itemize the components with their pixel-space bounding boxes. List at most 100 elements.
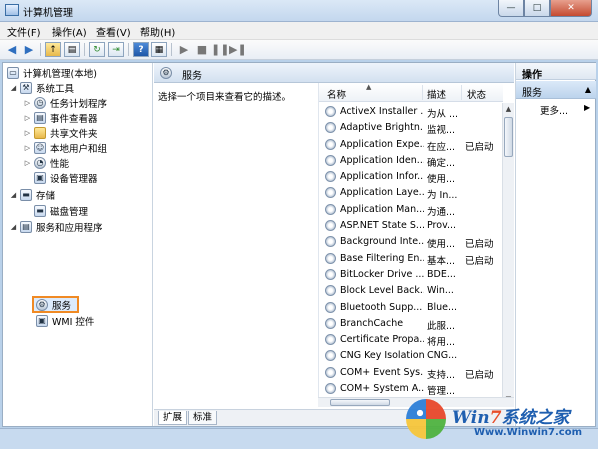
service-row[interactable]: BitLocker Drive ... BDE... [319, 266, 503, 282]
service-description: 使用... [427, 174, 456, 186]
service-description: 为通... [427, 206, 456, 218]
service-gear-icon [325, 106, 336, 117]
collapse-arrow-icon[interactable]: ◢ [9, 223, 18, 231]
service-gear-icon [325, 350, 336, 362]
refresh-icon[interactable]: ↻ [89, 42, 105, 57]
main-panes: ▭ 计算机管理(本地) ◢ ⚒ 系统工具 ▷ ◷ 任务计划程序 ▷ ▤ 事件查看… [2, 62, 596, 427]
service-description: 此服... [427, 320, 456, 332]
collapse-arrow-icon[interactable]: ◢ [9, 191, 18, 199]
menu-file[interactable]: 文件(F) [7, 24, 41, 39]
expand-arrow-icon[interactable]: ▷ [23, 129, 32, 137]
service-name: Background Inte... [340, 236, 424, 248]
service-row[interactable]: ActiveX Installer ... 为从 ... [319, 103, 503, 120]
tree-item-disk-management[interactable]: ▬ 磁盘管理 [32, 203, 88, 218]
up-folder-icon[interactable]: ↑ [45, 42, 61, 57]
export-list-icon[interactable]: ⇥ [108, 42, 124, 57]
service-gear-icon [325, 285, 336, 297]
service-name: Application Infor... [340, 171, 424, 183]
vertical-scrollbar[interactable]: ▲ ▼ [502, 103, 514, 405]
service-row[interactable]: COM+ System A... 管理... [319, 380, 503, 397]
collapse-arrow-icon[interactable]: ◢ [9, 84, 18, 92]
service-description: Blue... [427, 301, 458, 313]
tree-item-label: 事件查看器 [50, 113, 98, 125]
stop-service-icon[interactable]: ■ [194, 42, 210, 57]
service-gear-icon [325, 171, 336, 183]
show-hide-tree-icon[interactable]: ▤ [64, 42, 80, 57]
back-arrow-icon[interactable]: ◀ [4, 42, 20, 57]
services-pane: ⚙ 服务 选择一个项目来查看它的描述。 名称 ▲ 描述 状态 ActiveX I… [154, 63, 514, 426]
service-row[interactable]: Application Laye... 为 In... [319, 184, 503, 202]
close-button[interactable]: ✕ [550, 0, 592, 17]
restart-service-icon[interactable]: ▶❚ [229, 42, 247, 57]
column-divider[interactable] [422, 85, 423, 100]
tree-item-task-scheduler[interactable]: ▷ ◷ 任务计划程序 [23, 95, 107, 110]
service-row[interactable]: Application Infor... 使用... [319, 168, 503, 186]
scroll-thumb[interactable] [504, 117, 513, 157]
help-icon[interactable]: ? [133, 42, 149, 57]
tree-item-system-tools[interactable]: ◢ ⚒ 系统工具 [9, 80, 74, 95]
service-row[interactable]: Application Iden... 确定... [319, 152, 503, 169]
service-row[interactable]: BranchCache 此服... [319, 315, 503, 332]
tree-item-label: 任务计划程序 [50, 98, 108, 110]
tab-extended[interactable]: 扩展 [158, 411, 188, 425]
service-description: 为 In... [427, 190, 458, 202]
tab-standard[interactable]: 标准 [188, 411, 218, 425]
service-row[interactable]: Adaptive Brightn... 监视... [319, 119, 503, 136]
menu-help[interactable]: 帮助(H) [140, 24, 175, 39]
service-row[interactable]: Background Inte... 使用... 已启动 [319, 233, 503, 250]
submenu-arrow-icon: ▶ [584, 103, 591, 112]
tree-item-local-users[interactable]: ▷ ☺ 本地用户和组 [23, 140, 107, 155]
expand-arrow-icon[interactable]: ▷ [23, 159, 32, 167]
expand-arrow-icon[interactable]: ▷ [23, 99, 32, 107]
scroll-up-icon[interactable]: ▲ [503, 103, 514, 115]
service-row[interactable]: COM+ Event Sys... 支持... 已启动 [319, 364, 503, 381]
menu-action[interactable]: 操作(A) [52, 24, 87, 39]
service-row[interactable]: Bluetooth Supp... Blue... [319, 299, 503, 315]
expand-arrow-icon[interactable]: ▷ [23, 144, 32, 152]
toolbar-separator [84, 43, 85, 56]
service-name: Application Man... [340, 203, 424, 215]
maximize-button[interactable]: □ [524, 0, 550, 17]
column-divider[interactable] [461, 85, 462, 100]
service-gear-icon [325, 122, 336, 134]
tree-item-event-viewer[interactable]: ▷ ▤ 事件查看器 [23, 110, 98, 125]
column-header-status[interactable]: 状态 [467, 87, 486, 101]
service-row[interactable]: Application Expe... 在应... 已启动 [319, 136, 503, 153]
expand-arrow-icon[interactable]: ▷ [23, 114, 32, 122]
tree-item-root[interactable]: ▭ 计算机管理(本地) [5, 65, 97, 80]
tree-item-label: 系统工具 [36, 83, 75, 95]
tree-item-services[interactable]: ⚙ 服务 [34, 297, 71, 312]
menu-view[interactable]: 查看(V) [96, 24, 131, 39]
column-header-name[interactable]: 名称 [327, 87, 346, 101]
start-service-icon[interactable]: ▶ [176, 42, 192, 57]
service-row[interactable]: CNG Key Isolation CNG... [319, 347, 503, 363]
toolbar-separator [171, 43, 172, 56]
service-row[interactable]: Certificate Propa... 将用... [319, 331, 503, 348]
minimize-button[interactable]: — [498, 0, 524, 17]
service-row[interactable]: Application Man... 为通... [319, 201, 503, 218]
service-description: Prov... [427, 220, 457, 232]
service-description: 确定... [427, 157, 456, 169]
tree-item-storage[interactable]: ◢ ▬ 存储 [9, 187, 55, 202]
service-name: ASP.NET State S... [340, 220, 424, 232]
forward-arrow-icon[interactable]: ▶ [21, 42, 37, 57]
column-header-description[interactable]: 描述 [427, 87, 446, 101]
tree-item-label: 设备管理器 [50, 173, 98, 185]
tree-item-shared-folders[interactable]: ▷ 共享文件夹 [23, 125, 98, 140]
actions-section-services[interactable]: 服务 ▲ [516, 81, 596, 99]
tree-item-performance[interactable]: ▷ ◔ 性能 [23, 155, 69, 170]
tree-item-device-manager[interactable]: ▣ 设备管理器 [32, 170, 98, 185]
service-row[interactable]: Base Filtering En... 基本... 已启动 [319, 250, 503, 267]
service-row[interactable]: Block Level Back... Win... [319, 282, 503, 298]
properties-icon[interactable]: ▦ [151, 42, 167, 57]
collapse-up-icon[interactable]: ▲ [585, 85, 591, 94]
pause-service-icon[interactable]: ❚❚ [211, 42, 229, 57]
more-actions-link[interactable]: 更多... [540, 103, 568, 117]
service-gear-icon [325, 317, 336, 329]
horizontal-scroll-thumb[interactable] [330, 399, 390, 406]
shared-folder-icon [34, 126, 46, 139]
tree-item-wmi[interactable]: ▣ WMI 控件 [34, 313, 94, 328]
tree-item-services-apps[interactable]: ◢ ▤ 服务和应用程序 [9, 219, 103, 234]
service-row[interactable]: ASP.NET State S... Prov... [319, 217, 503, 233]
services-gear-icon: ⚙ [36, 298, 48, 311]
